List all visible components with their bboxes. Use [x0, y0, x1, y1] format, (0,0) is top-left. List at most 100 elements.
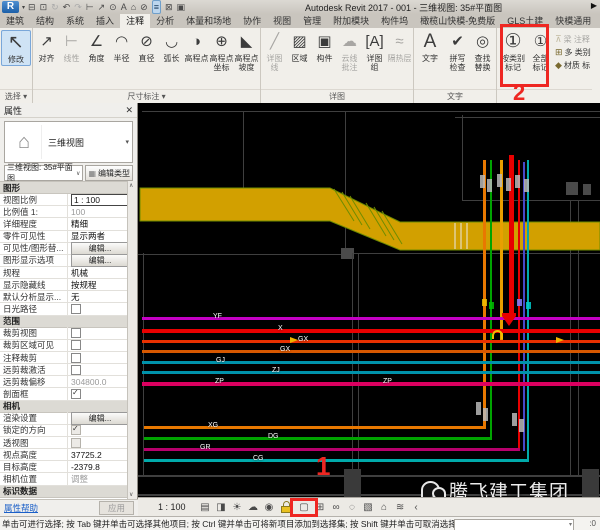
beam-annotation-button[interactable]: ⊼ 梁 注释 [555, 33, 591, 46]
pipe-tag[interactable] [519, 419, 524, 432]
property-row[interactable]: 渲染设置 编辑... 编辑... [0, 413, 129, 425]
ribbon-tab[interactable]: 管理 [297, 14, 327, 28]
temporary-hide-isolate-icon[interactable]: ∞ [331, 502, 342, 513]
linear-dimension-button[interactable]: ⊢ 线性 [59, 30, 84, 64]
component-button[interactable]: ▣ 构件 [312, 30, 337, 64]
scroll-up-icon[interactable]: ∧ [129, 182, 133, 189]
view-selector-combo[interactable]: 三维视图: 35#平面图 ∨ [4, 165, 83, 181]
spot-coordinate-button[interactable]: ⊕ 高程点 坐标 [209, 30, 234, 72]
property-row[interactable]: 远剪裁偏移 304800.0 304800.0 [0, 376, 129, 388]
synchronize-icon[interactable]: ↻ [51, 1, 59, 13]
edit-button[interactable]: 编辑... [71, 242, 129, 255]
pipe-riser[interactable] [490, 160, 492, 440]
ribbon-tab[interactable]: 快模通用 [549, 14, 597, 28]
pipe-line[interactable] [142, 371, 600, 374]
pipe-line[interactable] [144, 426, 486, 429]
spot-slope-button[interactable]: ◣ 高程点 坡度 [234, 30, 259, 72]
chevron-down-icon[interactable]: ▾ [125, 138, 129, 146]
view-scale-button[interactable]: 1 : 100 [158, 502, 186, 512]
property-row[interactable]: 日光路径 [0, 303, 129, 315]
pipe-tag[interactable] [526, 302, 531, 309]
property-row[interactable]: 注释裁剪 [0, 352, 129, 364]
detail-group-button[interactable]: [A] 详图 组 [362, 30, 387, 72]
drawing-area[interactable]: YF X GX GX [138, 103, 600, 497]
property-row[interactable]: 详细程度 精细 精细 [0, 218, 129, 230]
pipe-line[interactable] [142, 350, 600, 353]
tag-icon[interactable]: ⊙ [109, 1, 117, 13]
property-row[interactable]: 比例值 1: 100 100 [0, 206, 129, 218]
find-replace-button[interactable]: ◎ 查找 替换 [470, 30, 495, 72]
ribbon-tab[interactable]: 体量和场地 [180, 14, 237, 28]
property-row[interactable]: 标识数据 [0, 486, 129, 498]
insulation-button[interactable]: ≈ 隔热层 [387, 30, 412, 64]
ribbon-tab[interactable]: 分析 [150, 14, 180, 28]
pipe-tag[interactable] [482, 299, 487, 306]
property-row[interactable]: 透视图 [0, 437, 129, 449]
detail-line-button[interactable]: ╱ 详图 线 [262, 30, 287, 72]
displacement-sets-icon[interactable]: ≋ [395, 502, 406, 513]
region-button[interactable]: ▨ 区域 [287, 30, 312, 64]
panel-label-tag[interactable] [497, 89, 592, 103]
visual-style-icon[interactable]: ◨ [216, 502, 227, 513]
edit-type-button[interactable]: ▦ 编辑类型 [85, 165, 133, 181]
reveal-hidden-elements-icon[interactable]: ◌ [347, 502, 358, 513]
design-options-combo[interactable]: ▾ [454, 519, 574, 530]
ribbon-tab[interactable]: 插入 [90, 14, 120, 28]
pipe-tag[interactable] [524, 179, 529, 192]
properties-help-link[interactable]: 属性帮助 [4, 502, 38, 514]
angular-dimension-button[interactable]: ∠ 角度 [84, 30, 109, 64]
pipe-riser[interactable] [523, 162, 525, 451]
undo-icon[interactable]: ↶ [63, 1, 71, 13]
text-icon[interactable]: A [121, 1, 127, 13]
pipe-tag[interactable] [515, 175, 520, 188]
filter-icon[interactable]: :0 [589, 519, 596, 528]
pipe-line[interactable] [142, 382, 600, 386]
property-row[interactable]: 范围 [0, 316, 129, 328]
shadows-icon[interactable]: ☁ [248, 502, 259, 513]
close-icon[interactable]: ✕ [125, 105, 133, 116]
pipe-line[interactable] [142, 329, 600, 333]
application-menu-button[interactable]: R [2, 1, 19, 13]
modify-button[interactable]: ↖ 修改 [1, 30, 31, 66]
ribbon-tab[interactable]: 附加模块 [327, 14, 375, 28]
property-row[interactable]: 剖面框 [0, 388, 129, 400]
revision-cloud-button[interactable]: ☁ 云线 批注 [337, 30, 362, 72]
checkbox[interactable] [71, 353, 81, 363]
pipe-tag[interactable] [487, 179, 492, 192]
ribbon-tab[interactable]: 建筑 [0, 14, 30, 28]
checkbox[interactable] [71, 389, 81, 399]
pipe-line[interactable] [144, 459, 529, 462]
pipe-line[interactable] [142, 361, 600, 364]
pipe-tag[interactable] [489, 302, 494, 309]
property-row[interactable]: 相机位置 调整 调整 [0, 473, 129, 485]
edit-button[interactable]: 编辑... [71, 412, 129, 425]
ribbon-tab[interactable]: 系统 [60, 14, 90, 28]
pipe-line[interactable] [142, 340, 600, 343]
checkbox[interactable] [71, 438, 81, 448]
material-tag-button[interactable]: ◆ 材质 标 [555, 59, 591, 72]
panel-label-dimension[interactable]: 尺寸标注 ▾ [33, 89, 260, 103]
checkbox[interactable] [71, 304, 81, 314]
property-row[interactable]: 锁定的方向 [0, 425, 129, 437]
temporary-view-properties-icon[interactable]: ▧ [363, 502, 374, 513]
checkbox[interactable] [71, 425, 81, 435]
pipe-riser[interactable] [483, 160, 486, 429]
multi-category-button[interactable]: ⊞ 多 类别 [555, 46, 591, 59]
panel-label-select[interactable]: 选择 ▾ [0, 89, 32, 103]
open-icon[interactable]: ⊟ [28, 1, 36, 13]
show-analytical-model-icon[interactable]: ⌂ [379, 502, 390, 513]
collapse-icon[interactable]: ‹ [411, 502, 422, 513]
detail-level-icon[interactable]: ▤ [200, 502, 211, 513]
radial-dimension-button[interactable]: ◠ 半径 [109, 30, 134, 64]
sun-path-icon[interactable]: ☀ [232, 502, 243, 513]
scroll-down-icon[interactable]: ∨ [129, 491, 133, 498]
spot-elevation-button[interactable]: ◑ 高程点 [184, 30, 209, 64]
property-row[interactable]: 裁剪视图 [0, 328, 129, 340]
ribbon-tab[interactable]: 构件坞 [375, 14, 414, 28]
pipe-tag[interactable] [497, 174, 502, 187]
property-row[interactable]: 显示隐藏线 按规程 按规程 [0, 279, 129, 291]
type-selector[interactable]: ⌂ 三维视图 ▾ [4, 121, 133, 163]
pipe-tag[interactable] [512, 413, 517, 426]
ribbon-tab[interactable]: 协作 [237, 14, 267, 28]
toolbar-overflow-arrow-icon[interactable]: ▶ [591, 1, 597, 10]
